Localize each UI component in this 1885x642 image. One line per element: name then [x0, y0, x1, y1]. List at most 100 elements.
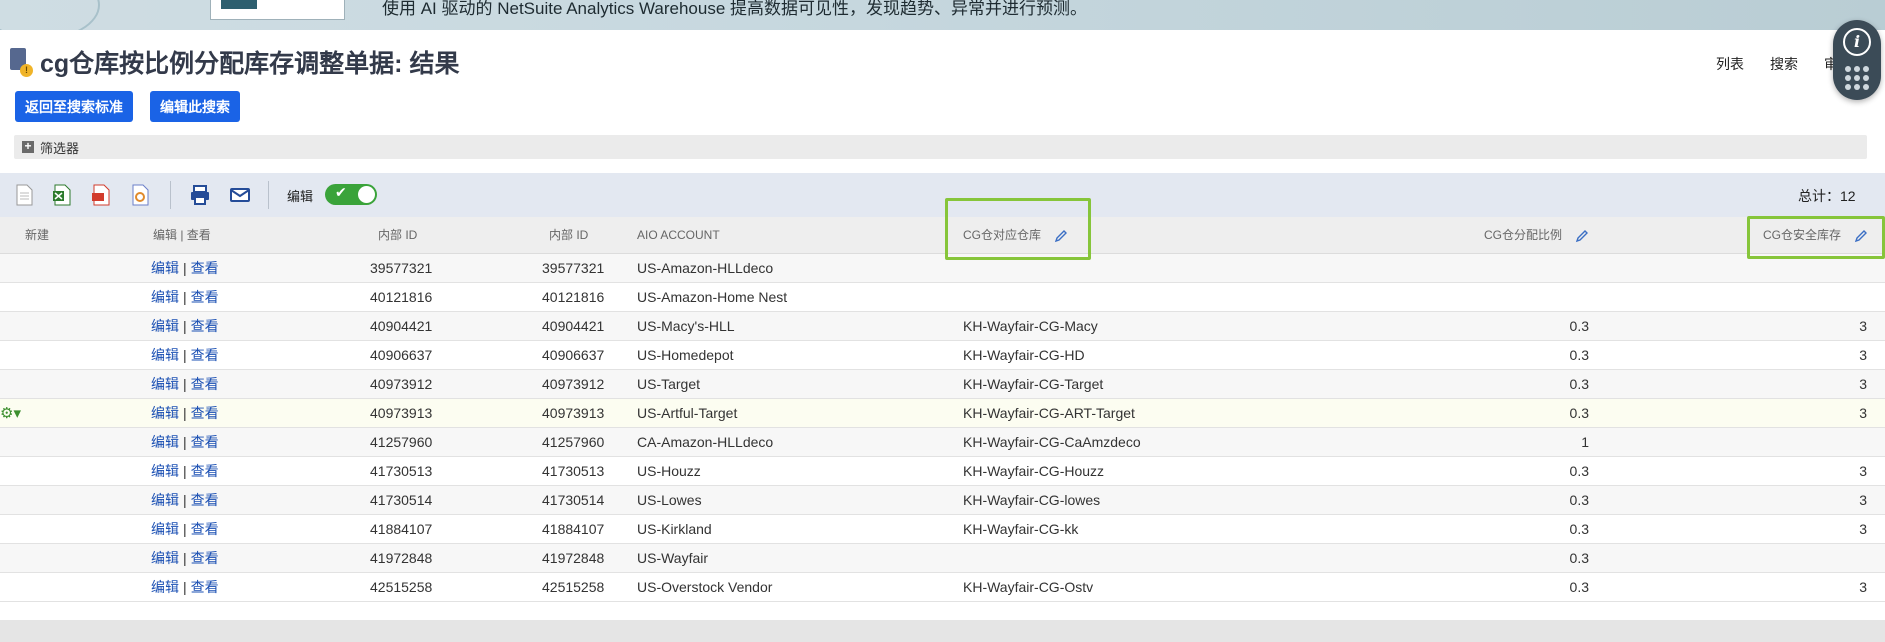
- export-pdf-icon[interactable]: [91, 184, 111, 206]
- view-link[interactable]: 查看: [191, 434, 219, 450]
- view-link[interactable]: 查看: [191, 289, 219, 305]
- search-link[interactable]: 搜索: [1770, 54, 1798, 74]
- view-link[interactable]: 查看: [191, 492, 219, 508]
- filters-label: 筛选器: [40, 140, 80, 156]
- cell-internal-id-2: 39577321: [542, 260, 605, 276]
- cell-internal-id-1: 39577321: [370, 260, 433, 276]
- cell-internal-id-2: 40121816: [542, 289, 605, 305]
- table-header: 新建 编辑 | 查看 内部 ID 内部 ID AIO ACCOUNT CG仓对应…: [0, 217, 1885, 254]
- email-icon[interactable]: [229, 184, 251, 206]
- col-aio-account[interactable]: AIO ACCOUNT: [637, 217, 720, 254]
- view-link[interactable]: 查看: [191, 521, 219, 537]
- cell-cg-safety-stock: [1800, 283, 1867, 312]
- col-cg-ratio[interactable]: CG仓分配比例: [1484, 217, 1589, 254]
- inline-edit-toggle[interactable]: ✔: [325, 184, 377, 205]
- banner-thumbnail: [210, 0, 345, 20]
- highlight-box-safety-stock: [1747, 216, 1885, 259]
- table-row: 编辑 | 查看 40121816 40121816 US-Amazon-Home Nest: [0, 283, 1885, 312]
- cell-cg-warehouse: KH-Wayfair-CG-CaAmzdeco: [963, 434, 1141, 450]
- cell-cg-safety-stock: 3: [1859, 579, 1867, 595]
- cell-cg-ratio: [1500, 254, 1589, 283]
- cell-cg-ratio: 0.3: [1569, 463, 1589, 479]
- toggle-knob: [358, 186, 375, 203]
- edit-link[interactable]: 编辑: [151, 492, 179, 508]
- expand-plus-icon[interactable]: +: [22, 140, 34, 153]
- export-excel-icon[interactable]: [52, 184, 72, 206]
- view-link[interactable]: 查看: [191, 405, 219, 421]
- view-link[interactable]: 查看: [191, 376, 219, 392]
- edit-search-button[interactable]: 编辑此搜索: [150, 91, 240, 122]
- view-link[interactable]: 查看: [191, 347, 219, 363]
- cell-cg-ratio: 0.3: [1569, 492, 1589, 508]
- row-actions-gear-icon[interactable]: ⚙▾: [0, 405, 30, 423]
- cell-aio-account: US-Kirkland: [637, 521, 712, 537]
- edit-link[interactable]: 编辑: [151, 521, 179, 537]
- separator: |: [183, 550, 187, 566]
- cell-cg-ratio: 0.3: [1569, 376, 1589, 392]
- separator: |: [183, 463, 187, 479]
- view-link[interactable]: 查看: [191, 463, 219, 479]
- promo-banner[interactable]: 使用 AI 驱动的 NetSuite Analytics Warehouse 提…: [0, 0, 1885, 30]
- edit-link[interactable]: 编辑: [151, 376, 179, 392]
- table-row: 编辑 | 查看 39577321 39577321 US-Amazon-HLLdeco: [0, 254, 1885, 283]
- separator: |: [183, 289, 187, 305]
- cell-cg-ratio: 0.3: [1569, 347, 1589, 363]
- cell-cg-warehouse: KH-Wayfair-CG-lowes: [963, 492, 1101, 508]
- cell-cg-safety-stock: [1800, 428, 1867, 457]
- edit-link[interactable]: 编辑: [151, 260, 179, 276]
- edit-link[interactable]: 编辑: [151, 463, 179, 479]
- cell-internal-id-1: 42515258: [370, 579, 433, 595]
- inline-edit-label: 编辑: [287, 189, 314, 204]
- pencil-icon[interactable]: [1575, 229, 1589, 243]
- export-csv-icon[interactable]: [14, 184, 34, 206]
- cell-aio-account: US-Macy's-HLL: [637, 318, 735, 334]
- col-internal-id-1[interactable]: 内部 ID: [378, 217, 417, 254]
- view-link[interactable]: 查看: [191, 318, 219, 334]
- edit-link[interactable]: 编辑: [151, 579, 179, 595]
- return-to-criteria-button[interactable]: 返回至搜索标准: [15, 91, 133, 122]
- edit-link[interactable]: 编辑: [151, 434, 179, 450]
- col-cg-ratio-label: CG仓分配比例: [1484, 228, 1563, 242]
- cell-internal-id-1: 40121816: [370, 289, 433, 305]
- print-icon[interactable]: [189, 184, 211, 206]
- table-row: 编辑 | 查看 40973912 40973912 US-Target KH-Wayfair…: [0, 370, 1885, 399]
- cell-aio-account: US-Houzz: [637, 463, 701, 479]
- total-count: 总计：12: [1798, 188, 1856, 204]
- edit-link[interactable]: 编辑: [151, 289, 179, 305]
- list-link[interactable]: 列表: [1716, 54, 1744, 74]
- cell-internal-id-1: 41257960: [370, 434, 433, 450]
- separator: |: [183, 405, 187, 421]
- edit-link[interactable]: 编辑: [151, 318, 179, 334]
- results-table: 新建 编辑 | 查看 内部 ID 内部 ID AIO ACCOUNT CG仓对应…: [0, 217, 1885, 602]
- table-row: 编辑 | 查看 41972848 41972848 US-Wayfair 0.3: [0, 544, 1885, 573]
- cell-cg-warehouse: KH-Wayfair-CG-Target: [963, 376, 1104, 392]
- footer-bar: [0, 620, 1885, 642]
- edit-link[interactable]: 编辑: [151, 347, 179, 363]
- cell-internal-id-1: 41884107: [370, 521, 433, 537]
- toolbar-divider: [170, 181, 171, 209]
- filter-bar[interactable]: + 筛选器: [14, 135, 1867, 159]
- table-row: 编辑 | 查看 40904421 40904421 US-Macy's-HLL KH-Way…: [0, 312, 1885, 341]
- info-icon[interactable]: i: [1843, 28, 1871, 56]
- help-widget[interactable]: i: [1833, 20, 1881, 100]
- cell-cg-warehouse: KH-Wayfair-CG-kk: [963, 521, 1079, 537]
- table-row: 编辑 | 查看 41257960 41257960 CA-Amazon-HLLdeco KH…: [0, 428, 1885, 457]
- edit-link[interactable]: 编辑: [151, 550, 179, 566]
- cell-cg-warehouse: KH-Wayfair-CG-ART-Target: [963, 405, 1135, 421]
- cell-aio-account: US-Amazon-HLLdeco: [637, 260, 774, 276]
- col-new[interactable]: 新建: [25, 217, 49, 254]
- cell-internal-id-1: 41730514: [370, 492, 433, 508]
- cell-internal-id-2: 40906637: [542, 347, 605, 363]
- cell-internal-id-1: 40973912: [370, 376, 433, 392]
- view-link[interactable]: 查看: [191, 579, 219, 595]
- view-link[interactable]: 查看: [191, 260, 219, 276]
- cell-internal-id-2: 41884107: [542, 521, 605, 537]
- banner-text: 使用 AI 驱动的 NetSuite Analytics Warehouse 提…: [382, 0, 1087, 18]
- col-internal-id-2[interactable]: 内部 ID: [549, 217, 588, 254]
- separator: |: [183, 260, 187, 276]
- apps-grid-icon[interactable]: [1845, 66, 1869, 90]
- export-report-icon[interactable]: [130, 184, 150, 206]
- view-link[interactable]: 查看: [191, 550, 219, 566]
- cell-aio-account: US-Artful-Target: [637, 405, 738, 421]
- edit-link[interactable]: 编辑: [151, 405, 179, 421]
